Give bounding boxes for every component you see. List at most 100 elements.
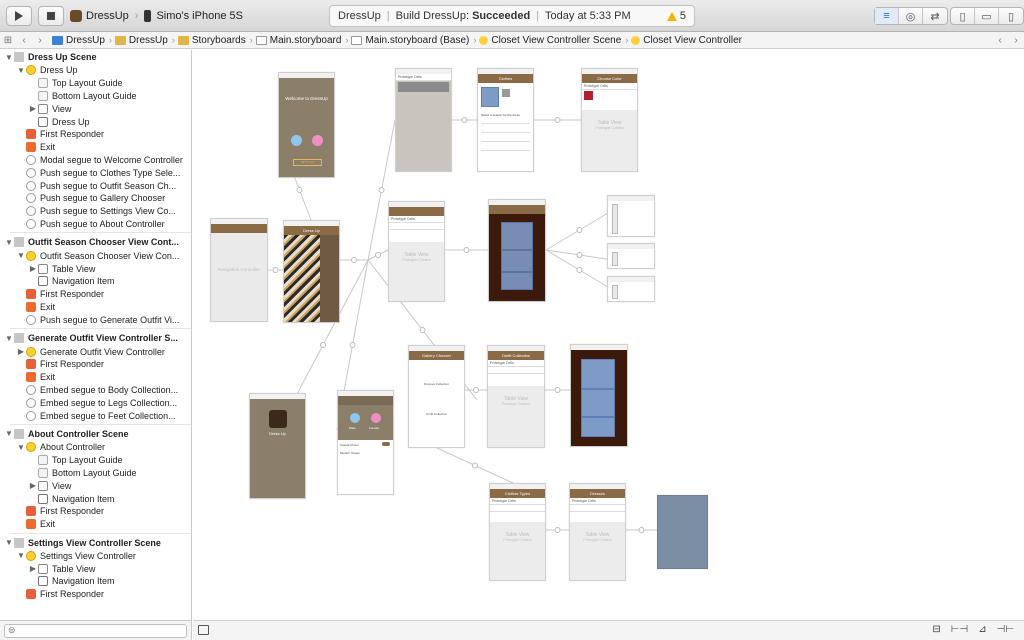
outline-row[interactable]: Push segue to Clothes Type Sele... [0,166,191,179]
disclosure-open-icon[interactable]: ▼ [4,429,14,438]
outline-row[interactable]: Push segue to Settings View Co... [0,205,191,218]
navigator-toggle-icon[interactable]: ▯ [951,8,975,24]
segue-icon[interactable] [375,252,381,258]
segue-icon[interactable] [638,527,645,533]
disclosure-closed-icon[interactable]: ▶ [28,264,38,273]
outline-row[interactable]: Navigation Item [0,575,191,588]
breadcrumb-item[interactable]: DressUp › [52,35,112,46]
outline-row[interactable]: Top Layout Guide [0,77,191,90]
outline-row[interactable]: Push segue to About Controller [0,218,191,231]
collection-scene[interactable] [607,195,655,237]
next-issue-icon[interactable]: › [1008,35,1024,46]
breadcrumb-item[interactable]: Storyboards › [177,35,253,46]
outline-row[interactable]: Push segue to Generate Outfit Vi... [0,313,191,326]
utilities-toggle-icon[interactable]: ▯ [999,8,1023,24]
outline-row[interactable]: Push segue to Outfit Season Ch... [0,179,191,192]
segue-icon[interactable] [419,327,426,333]
segue-icon[interactable] [554,117,561,123]
outline-row[interactable]: ▼ Settings View Controller [0,550,191,563]
outline-row[interactable]: Exit [0,371,191,384]
outline-row[interactable]: First Responder [0,288,191,301]
outline-row[interactable]: Push segue to Gallery Chooser [0,192,191,205]
breadcrumb-item[interactable]: DressUp › [114,35,175,46]
disclosure-closed-icon[interactable]: ▶ [16,347,26,356]
segue-icon[interactable] [576,252,583,258]
disclosure-open-icon[interactable]: ▼ [16,551,26,560]
scene-gallery[interactable]: Gallery Chooser Dresses Collection Outfit … [408,345,465,448]
outline-row[interactable]: Exit [0,518,191,531]
resolve-issues-icon[interactable]: ⊿ [978,624,986,635]
scene-outfit-collection[interactable]: Outfit Collection Prototype Cells Table Vi… [487,345,545,448]
outline-row[interactable]: Exit [0,141,191,154]
outline-row[interactable]: ▶ Table View [0,562,191,575]
segue-icon[interactable] [473,387,479,393]
segue-icon[interactable] [472,462,478,469]
outline-row[interactable]: ▼ About Controller [0,441,191,454]
scene-clothes-types[interactable]: Clothes Types Prototype Cells Table View Pr… [489,483,546,581]
outline-row[interactable]: Dress Up [0,115,191,128]
scene-dressup[interactable]: Dress Up [283,220,340,323]
outline-row[interactable]: Embed segue to Feet Collection... [0,409,191,422]
resize-behavior-icon[interactable]: ⊣⊢ [997,624,1014,635]
scene-image-view[interactable] [657,495,708,569]
outline-row[interactable]: ▶ Generate Outfit View Controller [0,345,191,358]
disclosure-open-icon[interactable]: ▼ [16,66,26,75]
scene-generate[interactable] [488,199,546,302]
scene-season[interactable]: Prototype Cells Table View Prototype Conte… [388,201,445,302]
outline-row[interactable]: First Responder [0,128,191,141]
outline-scene-row[interactable]: ▼ Generate Outfit View Controller S... [0,331,191,345]
outline-row[interactable]: Modal segue to Welcome Controller [0,154,191,167]
scene-settings[interactable]: Male Female Casual Closet Modern Closet [337,390,394,495]
storyboard-canvas[interactable]: Welcome to DressUp LET'S GO Navigation Con… [193,50,1024,620]
segue-icon[interactable] [378,187,385,193]
outline-row[interactable]: First Responder [0,505,191,518]
outline-row[interactable]: Navigation Item [0,492,191,505]
disclosure-closed-icon[interactable]: ▶ [28,481,38,490]
outline-row[interactable]: Embed segue to Body Collection... [0,384,191,397]
outline-row[interactable]: ▼ Outfit Season Chooser View Con... [0,249,191,262]
disclosure-closed-icon[interactable]: ▶ [28,104,38,113]
segue-icon[interactable] [576,227,583,233]
warnings-indicator[interactable]: 5 [666,10,686,22]
scene-dresses[interactable]: Dresses Prototype Cells Table View Prototyp… [569,483,626,581]
standard-editor-icon[interactable]: ≡ [875,8,899,24]
segue-icon[interactable] [461,117,468,123]
disclosure-open-icon[interactable]: ▼ [4,53,14,62]
breadcrumb-item[interactable]: Main.storyboard › [255,35,348,46]
outline-row[interactable]: First Responder [0,358,191,371]
breadcrumb-item[interactable]: Closet View Controller [631,35,742,46]
outline-row[interactable]: Exit [0,301,191,314]
segue-icon[interactable] [554,527,561,533]
outline-row[interactable]: ▶ View [0,102,191,115]
stop-button[interactable] [38,6,64,26]
run-button[interactable] [6,6,32,26]
outline-row[interactable]: ▼ Dress Up [0,64,191,77]
outline-scene-row[interactable]: ▼ Dress Up Scene [0,50,191,64]
segue-icon[interactable] [349,342,356,348]
scene-about[interactable]: Dress Up [249,393,306,499]
disclosure-open-icon[interactable]: ▼ [16,251,26,260]
forward-icon[interactable]: › [32,35,48,46]
disclosure-open-icon[interactable]: ▼ [4,334,14,343]
collection-scene[interactable] [607,276,655,302]
breadcrumb-item[interactable]: Closet View Controller Scene › [479,35,628,46]
outline-row[interactable]: Bottom Layout Guide [0,467,191,480]
scene-photo-grid[interactable] [570,344,628,447]
outline-row[interactable]: Top Layout Guide [0,454,191,467]
outline-filter-input[interactable]: ⊜ [4,624,187,638]
outline-scene-row[interactable]: ▼ Outfit Season Chooser View Cont... [0,235,191,249]
outline-row[interactable]: ▶ View [0,479,191,492]
outline-row[interactable]: Navigation Item [0,275,191,288]
assistant-editor-icon[interactable]: ◎ [899,8,923,24]
segue-icon[interactable] [351,257,357,263]
scene-closet[interactable]: Prototype Cells [395,68,452,172]
scene-color[interactable]: Choose Color Prototype Cells Table View Pro… [581,68,638,172]
scene-welcome[interactable]: Welcome to DressUp LET'S GO [278,72,335,178]
outline-scene-row[interactable]: ▼ About Controller Scene [0,427,191,441]
debug-area-toggle-icon[interactable]: ▭ [975,8,999,24]
segue-icon[interactable] [576,267,583,273]
disclosure-open-icon[interactable]: ▼ [16,443,26,452]
previous-issue-icon[interactable]: ‹ [992,35,1008,46]
outline-row[interactable]: Bottom Layout Guide [0,90,191,103]
align-icon[interactable]: ⊟ [932,624,940,635]
